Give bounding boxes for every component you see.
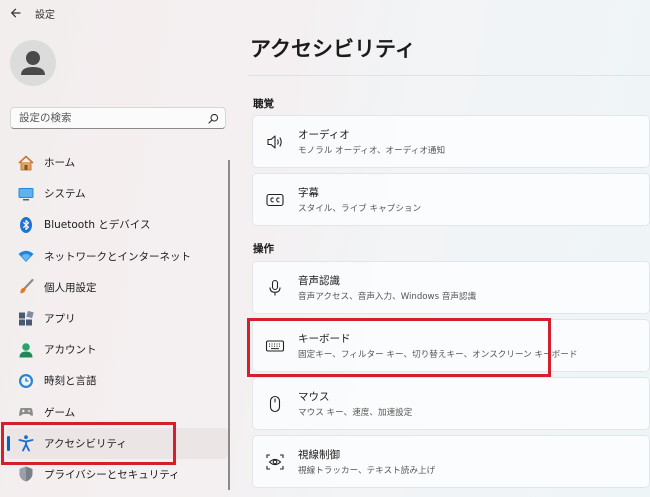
- card-subtitle: 音声アクセス、音声入力、Windows 音声認識: [298, 292, 477, 302]
- card-title: 音声認識: [298, 275, 340, 287]
- card-keyboard[interactable]: キーボード 固定キー、フィルター キー、切り替えキー、オンスクリーン キーボード: [252, 319, 650, 372]
- person-icon: [19, 342, 33, 358]
- keyboard-icon: [265, 340, 285, 352]
- sidebar-item-home[interactable]: ホーム: [6, 147, 228, 178]
- paintbrush-icon: [20, 279, 34, 294]
- wifi-icon: [18, 250, 34, 263]
- sidebar-item-privacy[interactable]: プライバシーとセキュリティ: [6, 459, 228, 490]
- microphone-icon: [269, 279, 281, 296]
- sidebar-item-accessibility[interactable]: アクセシビリティ: [6, 427, 228, 459]
- sidebar-item-label: ホーム: [44, 157, 76, 170]
- user-avatar-icon: [21, 51, 45, 75]
- sidebar-item-system[interactable]: システム: [6, 178, 228, 209]
- card-title: キーボード: [298, 333, 351, 345]
- speaker-icon: [267, 135, 282, 149]
- card-mouse[interactable]: マウス マウス キー、速度、加速設定: [252, 377, 650, 430]
- sidebar-item-label: 個人用設定: [44, 281, 97, 294]
- section-label-interaction: 操作: [253, 243, 274, 255]
- card-title: マウス: [298, 391, 330, 403]
- sidebar-item-label: 時刻と言語: [44, 375, 97, 388]
- page-title: アクセシビリティ: [250, 37, 416, 61]
- title-bar: 設定: [0, 0, 650, 28]
- home-icon: [18, 155, 34, 170]
- user-avatar[interactable]: [10, 40, 56, 86]
- selection-indicator: [7, 435, 10, 451]
- shield-icon: [19, 466, 33, 482]
- sidebar-item-label: ゲーム: [44, 406, 76, 419]
- sidebar-item-label: アクセシビリティ: [44, 437, 127, 450]
- sidebar-item-accounts[interactable]: アカウント: [6, 334, 228, 365]
- search-input[interactable]: [19, 110, 199, 126]
- card-eye-control[interactable]: 視線制御 視線トラッカー、テキスト読み上げ: [252, 435, 650, 488]
- card-subtitle: 視線トラッカー、テキスト読み上げ: [298, 466, 436, 476]
- search-box[interactable]: [10, 107, 226, 129]
- card-title: 視線制御: [298, 449, 340, 461]
- back-button[interactable]: [6, 4, 26, 22]
- sidebar-item-label: アカウント: [44, 344, 97, 357]
- accessibility-icon: [18, 435, 34, 452]
- sidebar-item-time-language[interactable]: 時刻と言語: [6, 365, 228, 396]
- card-subtitle: 固定キー、フィルター キー、切り替えキー、オンスクリーン キーボード: [298, 350, 578, 360]
- monitor-icon: [18, 187, 34, 201]
- gamepad-icon: [19, 408, 33, 416]
- globe-clock-icon: [19, 373, 33, 388]
- sidebar-item-gaming[interactable]: ゲーム: [6, 397, 228, 428]
- bluetooth-icon: [20, 216, 32, 233]
- sidebar-item-apps[interactable]: アプリ: [6, 303, 228, 334]
- card-title: 字幕: [298, 187, 319, 199]
- sidebar-item-label: プライバシーとセキュリティ: [44, 468, 180, 481]
- eye-control-icon: [266, 454, 284, 470]
- sidebar-nav: ホーム システム Bluetooth とデバイス ネットワークとインターネット: [6, 147, 228, 490]
- apps-grid-icon: [19, 310, 34, 326]
- settings-window: 設定 ホーム シ: [0, 0, 650, 497]
- card-captions[interactable]: 字幕 スタイル、ライブ キャプション: [252, 173, 650, 226]
- card-subtitle: モノラル オーディオ、オーディオ通知: [298, 146, 446, 156]
- mouse-icon: [269, 395, 281, 413]
- sidebar-item-label: Bluetooth とデバイス: [44, 219, 151, 232]
- content-divider: [248, 75, 650, 76]
- sidebar-item-label: ネットワークとインターネット: [44, 250, 191, 263]
- sidebar-item-network[interactable]: ネットワークとインターネット: [6, 241, 228, 272]
- card-subtitle: スタイル、ライブ キャプション: [298, 204, 422, 214]
- section-label-hearing: 聴覚: [253, 98, 274, 110]
- search-icon[interactable]: [208, 113, 219, 124]
- sidebar-item-personalization[interactable]: 個人用設定: [6, 272, 228, 303]
- card-audio[interactable]: オーディオ モノラル オーディオ、オーディオ通知: [252, 115, 650, 168]
- card-speech[interactable]: 音声認識 音声アクセス、音声入力、Windows 音声認識: [252, 261, 650, 314]
- sidebar-item-label: システム: [44, 188, 86, 201]
- card-subtitle: マウス キー、速度、加速設定: [298, 408, 413, 418]
- back-arrow-icon: [10, 8, 21, 18]
- app-title: 設定: [35, 10, 55, 21]
- sidebar-item-bluetooth[interactable]: Bluetooth とデバイス: [6, 209, 228, 240]
- closed-caption-icon: [266, 193, 284, 207]
- sidebar-item-label: アプリ: [44, 313, 76, 326]
- card-title: オーディオ: [298, 129, 350, 141]
- sidebar-scrollbar[interactable]: [228, 160, 230, 490]
